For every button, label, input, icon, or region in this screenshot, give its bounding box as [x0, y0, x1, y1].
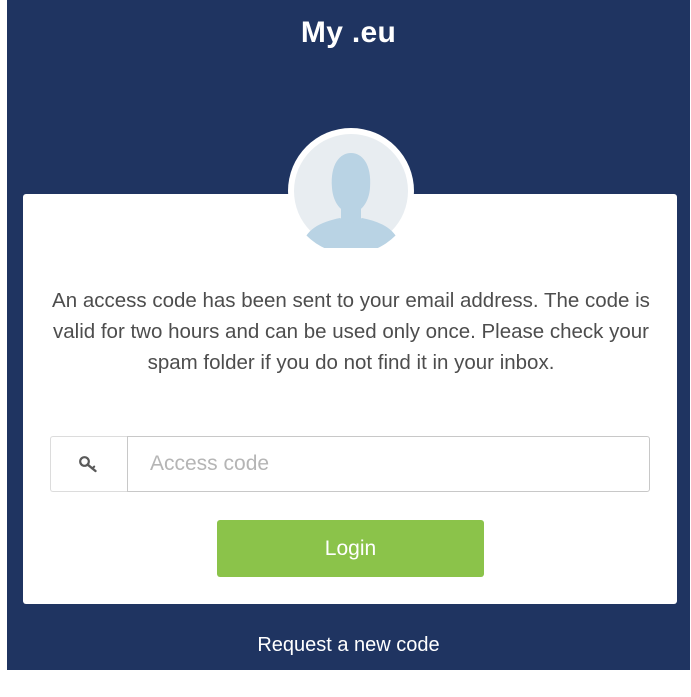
page-background: My .eu An access code has been sent to y…	[7, 0, 690, 670]
login-button[interactable]: Login	[217, 520, 484, 577]
access-code-group	[50, 436, 650, 492]
key-icon	[79, 456, 97, 473]
access-code-input[interactable]	[127, 436, 650, 492]
access-code-message: An access code has been sent to your ema…	[52, 289, 650, 374]
key-addon	[50, 436, 127, 492]
site-title: My .eu	[300, 16, 397, 49]
request-new-code-link[interactable]: Request a new code	[7, 634, 690, 657]
avatar	[288, 128, 414, 254]
user-silhouette-icon	[294, 134, 408, 248]
